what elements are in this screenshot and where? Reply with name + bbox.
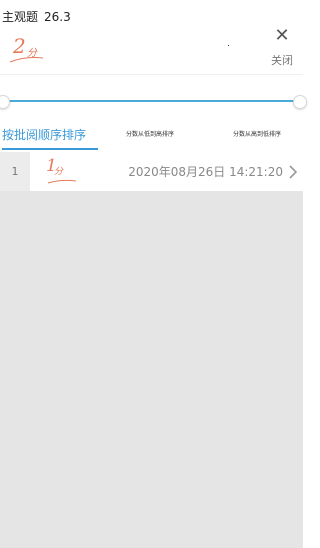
empty-area	[0, 192, 303, 548]
sort-tabs: 按批阅顺序排序 分数从低到高排序 分数从高到低排序	[0, 124, 303, 150]
list-item-score-unit: 分	[54, 167, 64, 177]
tab-score-ascending[interactable]: 分数从低到高排序	[126, 124, 174, 150]
slider-handle-min[interactable]	[0, 95, 10, 109]
list-item-score-stamp: 1 分	[42, 156, 82, 188]
stamp-number: 2	[13, 34, 26, 58]
list-item-index: 1	[0, 152, 30, 192]
decorative-dot	[228, 45, 229, 46]
close-icon: ✕	[274, 25, 290, 46]
tab-score-descending[interactable]: 分数从高到低排序	[233, 124, 281, 150]
range-slider[interactable]	[0, 93, 307, 111]
chevron-right-icon	[289, 165, 298, 179]
question-title: 主观题	[2, 10, 39, 24]
close-button[interactable]: ✕ 关闭	[267, 26, 297, 68]
slider-handle-max[interactable]	[293, 95, 307, 109]
tab-review-order[interactable]: 按批阅顺序排序	[2, 124, 98, 150]
header: 主观题 26.3 2 分 ✕ 关闭	[0, 0, 303, 75]
stamp-unit: 分	[27, 48, 37, 59]
close-label: 关闭	[271, 54, 293, 67]
list-item-time: 2020年08月26日 14:21:20	[128, 165, 283, 179]
list-item[interactable]: 1 1 分 2020年08月26日 14:21:20	[0, 152, 303, 192]
question-title-row: 主观题 26.3	[2, 8, 71, 25]
question-score: 26.3	[44, 10, 71, 24]
header-divider	[0, 74, 303, 75]
score-stamp: 2 分	[7, 34, 49, 66]
slider-track	[6, 100, 297, 102]
review-list: 1 1 分 2020年08月26日 14:21:20	[0, 152, 303, 192]
